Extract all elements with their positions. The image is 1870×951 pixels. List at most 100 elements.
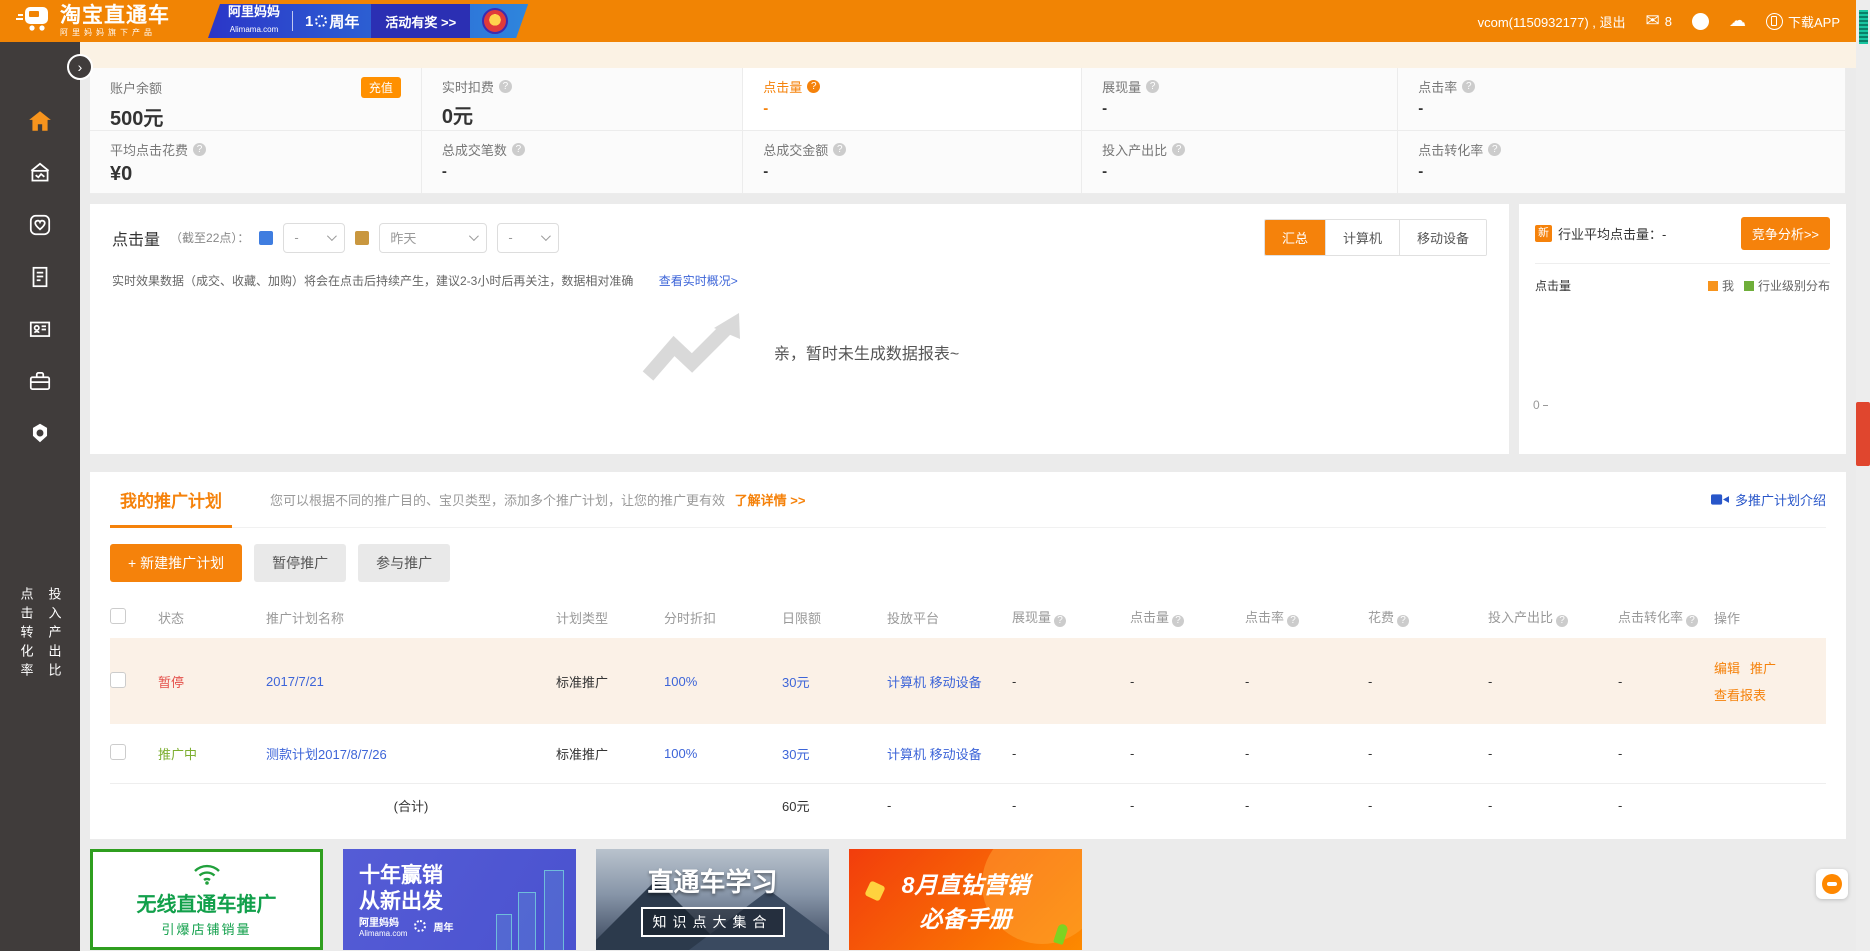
app-logo[interactable]: 淘宝直通车 阿里妈妈旗下产品 (16, 5, 170, 38)
platform-computer-link[interactable]: 计算机 (887, 747, 926, 762)
help-icon[interactable] (1556, 615, 1568, 627)
alimama-brand: 阿里妈妈 Alimama.com (228, 5, 280, 37)
banner-august-handbook[interactable]: 8月直钻营销 必备手册 (849, 849, 1082, 950)
activity-prize-link[interactable]: 活动有奖 >> (371, 4, 470, 39)
dotted-ring-icon (315, 15, 327, 27)
tab-computer[interactable]: 计算机 (1325, 220, 1399, 255)
stat-ctr[interactable]: 点击率 - (1398, 68, 1846, 131)
competition-analysis-button[interactable]: 竞争分析>> (1741, 217, 1830, 250)
tab-mobile[interactable]: 移动设备 (1399, 220, 1486, 255)
totals-impressions: - (1012, 784, 1130, 828)
chat-bubble-icon (1822, 874, 1842, 894)
help-icon[interactable] (1462, 80, 1475, 93)
edit-link[interactable]: 编辑 (1714, 661, 1740, 676)
table-row: 暂停 2017/7/21 标准推广 100% 30元 计算机 移动设备 - - … (110, 638, 1826, 724)
col-actions: 操作 (1714, 594, 1826, 638)
campaign-name-link[interactable]: 测款计划2017/8/7/26 (266, 747, 387, 762)
pause-campaign-button[interactable]: 暂停推广 (254, 544, 346, 582)
col-clicks: 点击量 (1130, 594, 1245, 638)
sidebar-item-shop[interactable] (27, 160, 53, 186)
anniversary-promo-banner[interactable]: 阿里妈妈 Alimama.com 1 周年 活动有奖 >> (208, 4, 528, 38)
industry-average-title: 行业平均点击量：- (1558, 224, 1666, 243)
mail-button[interactable]: ✉ 8 (1646, 11, 1672, 31)
banner-learning[interactable]: 直通车学习 知识点大集合 (596, 849, 829, 950)
promote-link[interactable]: 推广 (1750, 661, 1776, 676)
help-icon[interactable] (1054, 615, 1066, 627)
account-stats-grid: 账户余额 充值 500元 实时扣费 0元 点击量 - 展现量 - 点击率 - 平 (90, 68, 1846, 194)
help-icon[interactable] (1172, 615, 1184, 627)
help-icon[interactable] (512, 143, 525, 156)
sidebar-item-home[interactable] (27, 108, 53, 134)
sidebar-item-reports[interactable] (27, 264, 53, 290)
tab-click-conversion-rate[interactable]: 点击转化率 (17, 587, 36, 682)
sidebar-item-tools[interactable] (27, 368, 53, 394)
building-deco (544, 870, 564, 950)
download-app-button[interactable]: 下载APP (1766, 12, 1840, 31)
help-icon[interactable] (833, 143, 846, 156)
platform-mobile-link[interactable]: 移动设备 (930, 675, 982, 690)
train-logo-icon (16, 5, 52, 38)
help-icon[interactable] (1287, 615, 1299, 627)
multi-campaign-intro-link[interactable]: 多推广计划介绍 (1711, 490, 1826, 509)
shop-icon (27, 160, 53, 186)
discount-link[interactable]: 100% (664, 746, 697, 761)
cell-cvr: - (1618, 638, 1714, 724)
series-gold-swatch (355, 231, 369, 245)
sprout-deco (1053, 923, 1069, 945)
view-realtime-link[interactable]: 查看实时概况> (659, 274, 738, 288)
stat-impressions[interactable]: 展现量 - (1082, 68, 1398, 131)
help-icon[interactable] (1692, 13, 1709, 30)
col-discount: 分时折扣 (664, 594, 782, 638)
row-checkbox[interactable] (110, 744, 126, 760)
help-icon[interactable] (499, 80, 512, 93)
phone-icon (1766, 13, 1783, 30)
dotted-ring-icon (414, 920, 426, 932)
sidebar-expand-button[interactable]: › (67, 54, 93, 80)
totals-cost: - (1368, 784, 1488, 828)
date-select[interactable]: 昨天 (379, 223, 487, 253)
daily-limit-link[interactable]: 30元 (782, 675, 809, 690)
campaign-name-link[interactable]: 2017/7/21 (266, 674, 324, 689)
customer-service-chat-button[interactable] (1816, 869, 1848, 899)
cloud-icon[interactable]: ☁ (1729, 11, 1746, 31)
user-account-logout[interactable]: vcom(1150932177) , 退出 (1478, 12, 1626, 31)
join-campaign-button[interactable]: 参与推广 (358, 544, 450, 582)
top-cream-strip (80, 42, 1870, 68)
help-icon[interactable] (1172, 143, 1185, 156)
new-campaign-button[interactable]: + 新建推广计划 (110, 544, 242, 582)
discount-link[interactable]: 100% (664, 674, 697, 689)
daily-limit-link[interactable]: 30元 (782, 747, 809, 762)
platform-mobile-link[interactable]: 移动设备 (930, 747, 982, 762)
banner-wireless-promotion[interactable]: 无线直通车推广 引爆店铺销量 (90, 849, 323, 950)
help-icon[interactable] (193, 143, 206, 156)
home-icon (27, 108, 53, 134)
compare-metric-select[interactable]: - (283, 223, 345, 253)
help-icon[interactable] (1686, 615, 1698, 627)
scrollbar-thumb[interactable] (1856, 402, 1870, 466)
platform-computer-link[interactable]: 计算机 (887, 675, 926, 690)
clicks-chart-panel: 点击量 （截至22点）： - 昨天 - 汇总 计算机 移动设备 实时效果数据（成… (90, 204, 1509, 454)
tab-my-campaigns[interactable]: 我的推广计划 (110, 472, 232, 527)
help-icon[interactable] (807, 80, 820, 93)
banner-ten-year-anniversary[interactable]: 十年赢销从新出发 阿里妈妈Alimama.com 周年 (343, 849, 576, 950)
select-all-checkbox[interactable] (110, 608, 126, 624)
totals-daily-limit: 60元 (782, 784, 887, 828)
row-checkbox[interactable] (110, 672, 126, 688)
recharge-button[interactable]: 充值 (361, 77, 401, 98)
page-scrollbar[interactable] (1856, 0, 1870, 951)
sidebar-item-favorites[interactable] (27, 212, 53, 238)
tab-summary[interactable]: 汇总 (1265, 220, 1325, 255)
help-icon[interactable] (1488, 143, 1501, 156)
tab-roi[interactable]: 投入产出比 (45, 587, 64, 682)
tag-icon (27, 420, 53, 446)
view-report-link[interactable]: 查看报表 (1714, 688, 1766, 703)
help-icon[interactable] (1397, 615, 1409, 627)
sidebar-item-more[interactable] (27, 420, 53, 446)
stat-clicks-selected[interactable]: 点击量 - (743, 68, 1082, 131)
sidebar-item-account[interactable] (27, 316, 53, 342)
learn-more-link[interactable]: 了解详情 >> (735, 493, 806, 508)
sidebar-vertical-tabs: 点击转化率 投入产出比 (0, 587, 80, 682)
range-select[interactable]: - (497, 223, 559, 253)
help-icon[interactable] (1146, 80, 1159, 93)
my-campaigns-panel: 我的推广计划 您可以根据不同的推广目的、宝贝类型，添加多个推广计划，让您的推广更… (90, 472, 1846, 839)
